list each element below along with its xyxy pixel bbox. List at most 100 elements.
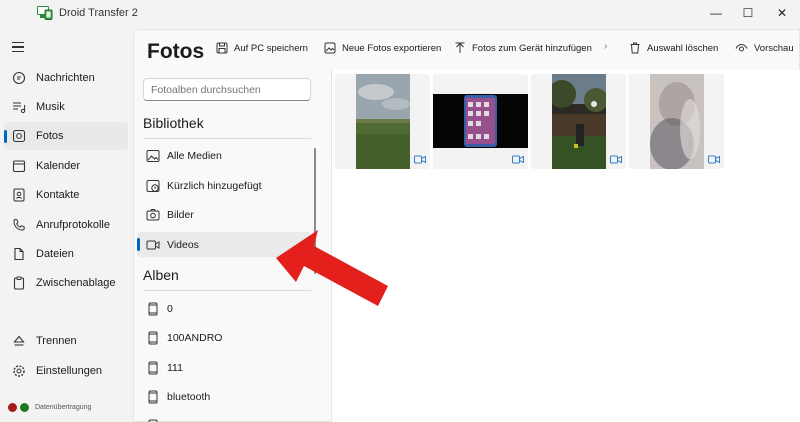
album-item-recently-added[interactable]: Kürzlich hinzugefügt [137, 173, 311, 198]
nav-sidebar: Nachrichten Musik Fotos Kalender Kontakt… [0, 26, 132, 422]
title-bar: Droid Transfer 2 — ☐ ✕ [0, 0, 800, 26]
blurred-portrait-thumbnail [650, 74, 704, 169]
close-button[interactable]: ✕ [764, 0, 800, 26]
add-photos-to-device-button[interactable]: Fotos zum Gerät hinzufügen [454, 41, 592, 55]
phone-album-icon [148, 419, 158, 422]
maximize-button[interactable]: ☐ [730, 0, 766, 26]
phone-icon [13, 218, 25, 231]
album-label: Alle Medien [167, 149, 222, 162]
album-item-pictures[interactable]: Bilder [137, 202, 311, 227]
eject-icon [13, 335, 25, 346]
video-badge-icon [512, 155, 524, 164]
export-new-photos-button[interactable]: Neue Fotos exportieren [324, 41, 441, 55]
status-dot-green [20, 403, 29, 412]
albums-heading: Alben [143, 267, 179, 283]
album-label: Bilder [167, 208, 194, 221]
trash-icon [630, 42, 640, 54]
field-landscape-thumbnail [356, 74, 410, 169]
nav-item-call-logs[interactable]: Anrufprotokolle [4, 211, 128, 239]
album-item-partial[interactable] [137, 413, 311, 422]
nav-label: Dateien [36, 248, 74, 260]
library-divider [143, 138, 311, 139]
status-dot-red [8, 403, 17, 412]
export-new-photos-label: Neue Fotos exportieren [342, 42, 442, 54]
app-logo-icon [37, 6, 53, 20]
album-label: bluetooth [167, 390, 211, 403]
phone-album-icon [148, 390, 158, 403]
toolbar-overflow-chevron-icon: › [604, 41, 608, 52]
calendar-icon [12, 160, 26, 173]
album-item-bluetooth[interactable]: bluetooth [137, 384, 311, 409]
nav-label: Fotos [36, 130, 64, 142]
media-grid [331, 70, 800, 422]
album-item-111[interactable]: 111 [137, 355, 311, 380]
phone-screen-thumbnail [433, 94, 528, 148]
recent-icon [146, 179, 160, 192]
main-content: Fotos Auf PC speichern Neue Fotos export… [133, 29, 800, 422]
phone-album-icon [148, 302, 158, 315]
album-item-all-media[interactable]: Alle Medien [137, 143, 311, 168]
nav-label: Nachrichten [36, 72, 95, 84]
music-list-icon [13, 102, 26, 114]
preview-button[interactable]: Vorschau [735, 41, 794, 55]
video-icon [146, 240, 160, 249]
minimize-button[interactable]: — [698, 0, 734, 26]
image-export-icon [324, 42, 336, 54]
media-tile-phone-screen-video[interactable] [433, 74, 528, 169]
camera-icon [146, 208, 160, 220]
nav-item-calendar[interactable]: Kalender [4, 152, 128, 180]
nav-label: Zwischenablage [36, 277, 116, 289]
phone-album-icon [148, 361, 158, 374]
connection-status: Datenübertragung [8, 403, 91, 412]
app-title: Droid Transfer 2 [59, 7, 138, 19]
nav-label: Trennen [36, 335, 77, 347]
gear-icon [13, 365, 25, 377]
album-item-100andro[interactable]: 100ANDRO [137, 325, 311, 350]
nav-item-settings[interactable]: Einstellungen [4, 357, 128, 385]
nav-item-messages[interactable]: Nachrichten [4, 64, 128, 92]
nav-item-contacts[interactable]: Kontakte [4, 181, 128, 209]
nav-label: Musik [36, 101, 65, 113]
video-badge-icon [414, 155, 426, 164]
contacts-icon [13, 188, 25, 202]
save-to-pc-button[interactable]: Auf PC speichern [216, 41, 308, 55]
photo-icon [12, 129, 26, 143]
chat-icon [12, 71, 26, 85]
media-tile-garden-video[interactable] [531, 74, 626, 169]
nav-label: Einstellungen [36, 365, 103, 377]
media-tile-blurred-video[interactable] [629, 74, 724, 169]
album-label: 111 [167, 361, 183, 374]
album-search-input[interactable] [143, 78, 311, 101]
delete-selection-button[interactable]: Auswahl löschen [629, 41, 718, 55]
nav-label: Kontakte [36, 189, 80, 201]
album-label: Videos [167, 238, 199, 251]
nav-label: Kalender [36, 160, 81, 172]
phone-album-icon [148, 331, 158, 344]
delete-selection-label: Auswahl löschen [647, 42, 719, 54]
save-to-pc-label: Auf PC speichern [234, 42, 308, 54]
hamburger-menu-icon[interactable] [12, 42, 24, 52]
upload-arrow-icon [455, 42, 465, 53]
file-icon [14, 247, 24, 261]
nav-label: Anrufprotokolle [36, 219, 110, 231]
preview-label: Vorschau [754, 42, 794, 54]
nav-item-disconnect[interactable]: Trennen [4, 327, 128, 355]
eye-icon [735, 43, 748, 52]
nav-item-photos[interactable]: Fotos [4, 122, 128, 150]
album-label: Kürzlich hinzugefügt [167, 179, 262, 192]
image-icon [146, 149, 160, 162]
save-icon [216, 42, 228, 54]
album-label: 100ANDRO [167, 331, 223, 344]
status-text: Datenübertragung [35, 404, 92, 411]
media-tile-field-video[interactable] [335, 74, 430, 169]
page-title: Fotos [147, 40, 205, 63]
video-badge-icon [708, 155, 720, 164]
add-photos-to-device-label: Fotos zum Gerät hinzufügen [472, 42, 592, 54]
clipboard-icon [13, 276, 25, 290]
garden-night-thumbnail [552, 74, 606, 169]
nav-item-files[interactable]: Dateien [4, 240, 128, 268]
nav-item-clipboard[interactable]: Zwischenablage [4, 269, 128, 297]
red-annotation-arrow-icon [276, 230, 388, 306]
video-badge-icon [610, 155, 622, 164]
nav-item-music[interactable]: Musik [4, 93, 128, 121]
